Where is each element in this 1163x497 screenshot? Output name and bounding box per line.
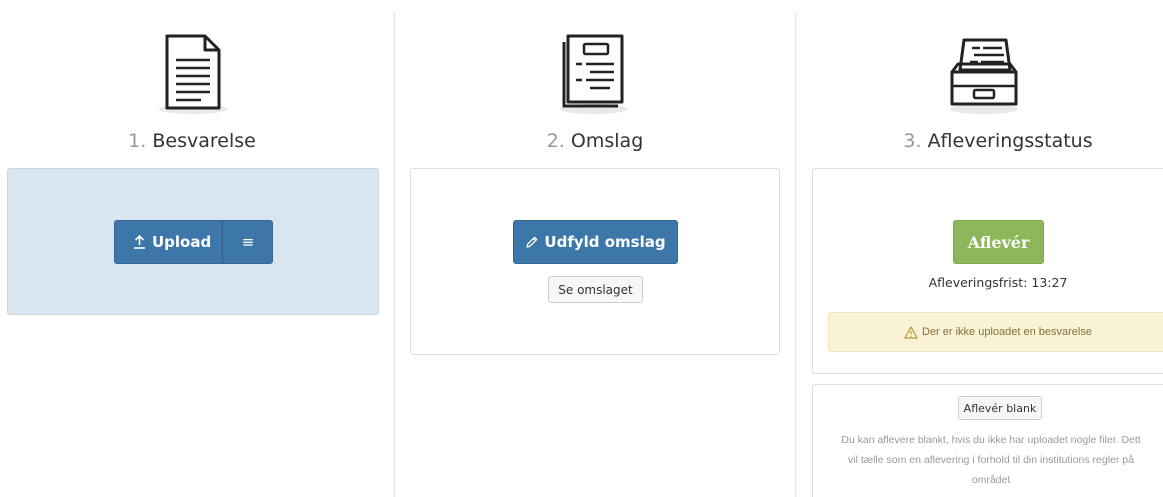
help-line: området bbox=[971, 474, 1011, 486]
step-number: 2. bbox=[546, 130, 565, 152]
upload-button[interactable]: Upload bbox=[152, 233, 211, 251]
inbox-tray-icon bbox=[950, 38, 1018, 114]
step-title-omslag: 2. Omslag bbox=[445, 128, 745, 154]
upload-button-group: Upload ≡ bbox=[114, 220, 273, 264]
warning-text: Der er ikke uploadet en besvarelse bbox=[922, 326, 1092, 338]
help-line: Du kan aflevere blankt, hvis du ikke har… bbox=[841, 434, 1141, 446]
no-upload-warning: Der er ikke uploadet en besvarelse bbox=[828, 312, 1163, 352]
submit-button[interactable]: Aflevér bbox=[953, 220, 1044, 264]
document-icon bbox=[159, 34, 227, 114]
fill-cover-button[interactable]: Udfyld omslag bbox=[513, 220, 678, 264]
help-line: vil tælle som en aflevering i forhold ti… bbox=[848, 454, 1134, 466]
step-number: 3. bbox=[903, 130, 922, 152]
cover-panel: Udfyld omslag Se omslaget bbox=[410, 168, 780, 355]
blank-help-text: Du kan aflevere blankt, hvis du ikke har… bbox=[817, 430, 1163, 490]
step-title-besvarelse: 1. Besvarelse bbox=[42, 128, 342, 154]
pencil-icon bbox=[525, 236, 538, 249]
status-panel: Aflevér Afleveringsfrist: 13:27 Der er i… bbox=[812, 168, 1163, 374]
deadline-text: Afleveringsfrist: 13:27 bbox=[928, 275, 1068, 290]
fill-cover-label: Udfyld omslag bbox=[544, 233, 666, 251]
column-divider bbox=[394, 12, 395, 497]
step-label: Besvarelse bbox=[152, 130, 256, 152]
submit-blank-button[interactable]: Aflevér blank bbox=[958, 396, 1042, 420]
step-title-afleveringsstatus: 3. Afleveringsstatus bbox=[848, 128, 1148, 154]
warning-icon bbox=[904, 325, 918, 339]
column-divider bbox=[795, 12, 796, 497]
upload-icon bbox=[133, 235, 146, 249]
cover-folder-icon bbox=[560, 34, 628, 114]
step-label: Afleveringsstatus bbox=[927, 130, 1093, 152]
menu-icon[interactable]: ≡ bbox=[223, 221, 273, 263]
view-cover-button[interactable]: Se omslaget bbox=[548, 276, 643, 303]
step-number: 1. bbox=[128, 130, 147, 152]
blank-submission-panel: Aflevér blank Du kan aflevere blankt, hv… bbox=[812, 384, 1163, 497]
upload-panel: Upload ≡ bbox=[7, 168, 379, 315]
submission-page: 1. Besvarelse Upload ≡ 2. Omslag Udfyld … bbox=[0, 0, 1163, 497]
step-label: Omslag bbox=[570, 130, 644, 152]
